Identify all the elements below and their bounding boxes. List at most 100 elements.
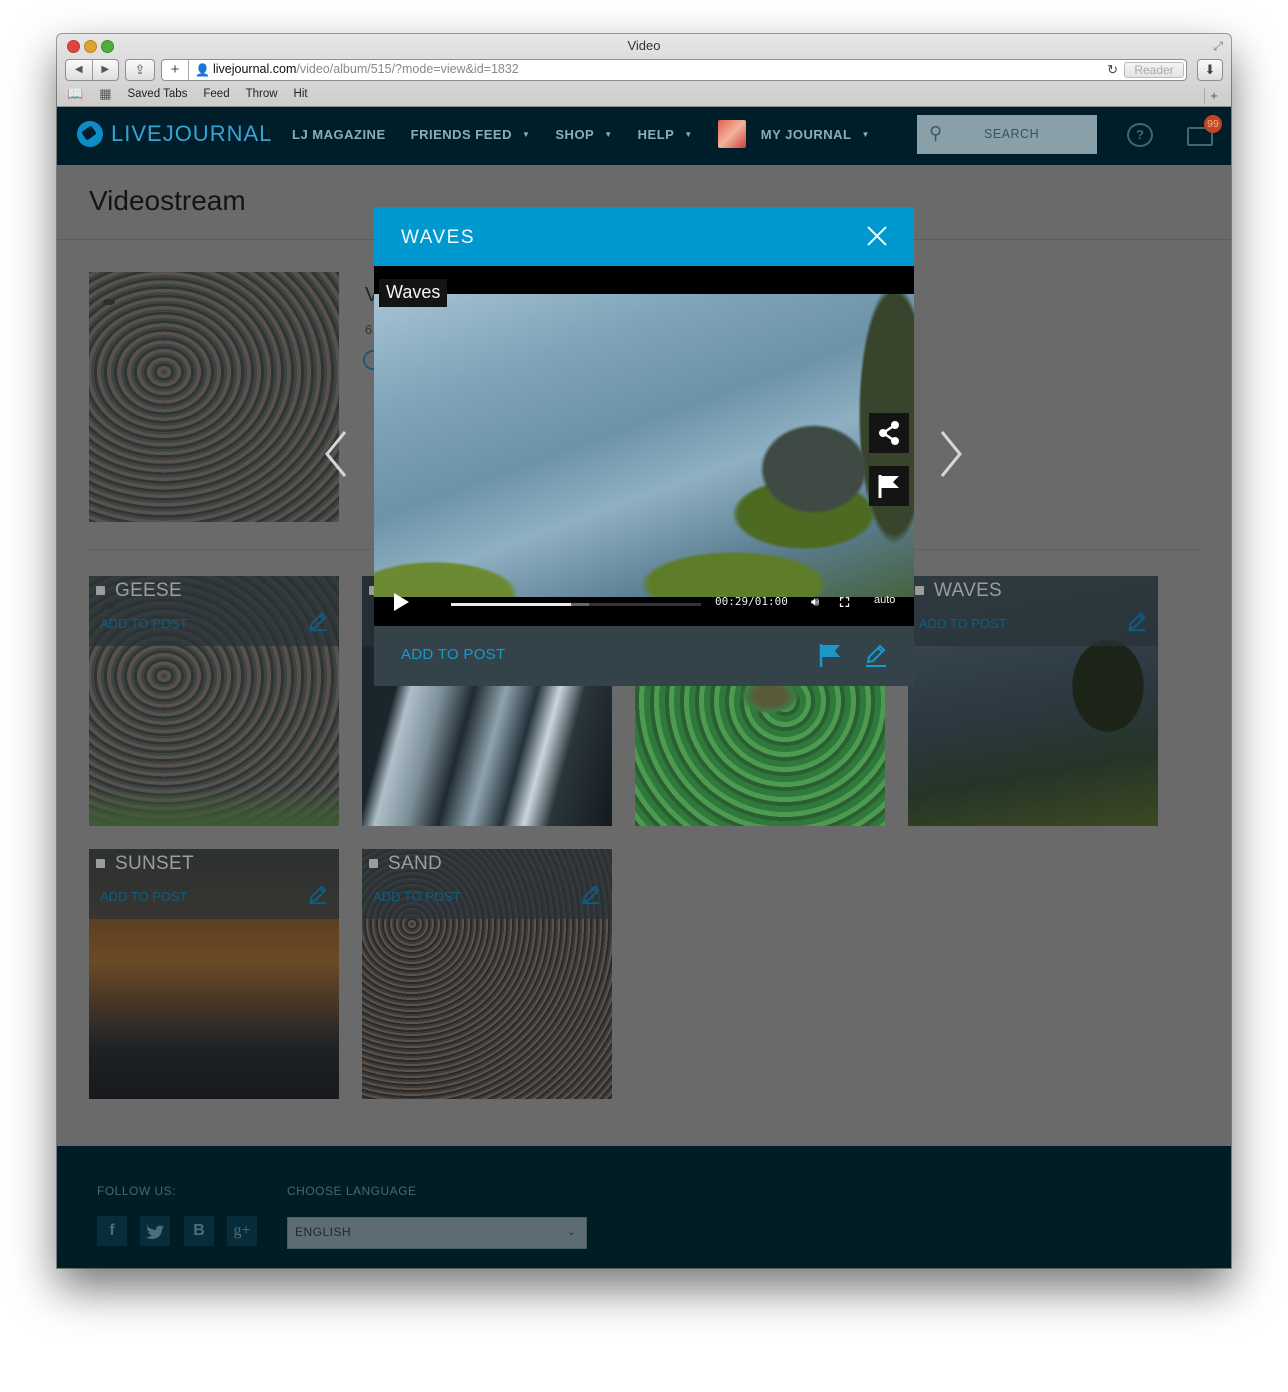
mail-count-badge: 99 <box>1204 115 1222 133</box>
time-display: 00:29/01:00 <box>715 595 788 608</box>
add-to-post-link[interactable]: ADD TO POST <box>100 889 188 904</box>
twitter-icon[interactable] <box>140 1216 170 1246</box>
play-icon[interactable] <box>394 593 409 611</box>
edit-pencil-icon[interactable] <box>307 610 329 632</box>
featured-video-thumbnail[interactable] <box>89 272 339 522</box>
seek-bar[interactable] <box>451 603 701 606</box>
report-button[interactable] <box>869 466 909 506</box>
address-bar[interactable]: + 👤 livejournal.com/video/album/515/?mod… <box>161 59 1187 81</box>
logo-mark-icon <box>77 121 103 147</box>
progress-fill <box>451 603 571 606</box>
top-sites-icon[interactable]: ▦ <box>99 86 111 102</box>
modal-title: WAVES <box>401 227 476 248</box>
site-footer: FOLLOW US: CHOOSE LANGUAGE f B g+ ENGLIS… <box>57 1146 1231 1268</box>
share-icon <box>879 421 899 445</box>
facebook-icon[interactable]: f <box>97 1216 127 1246</box>
nav-lj-magazine[interactable]: LJ MAGAZINE <box>292 127 386 148</box>
tile-info-bar: GEESE ADD TO POST <box>89 576 339 646</box>
nav-label: HELP <box>637 127 675 142</box>
url-text[interactable]: livejournal.com/video/album/515/?mode=vi… <box>213 62 519 76</box>
fullscreen-icon[interactable]: ⛶ <box>840 595 849 611</box>
bookmark-feed[interactable]: Feed <box>203 88 229 100</box>
next-video-arrow-icon[interactable] <box>930 424 970 484</box>
add-to-post-button[interactable]: ADD TO POST <box>401 646 505 663</box>
bookmark-throw[interactable]: Throw <box>246 88 278 100</box>
help-icon[interactable]: ? <box>1127 123 1153 147</box>
history-nav: ◀ ▶ <box>65 59 119 81</box>
browser-toolbar: Video ⤢ ◀ ▶ ⇪ + 👤 livejournal.com/video/… <box>57 34 1231 107</box>
select-checkbox[interactable] <box>915 586 924 595</box>
tile-title: SAND <box>388 853 442 874</box>
chevron-down-icon: ⌄ <box>566 1226 576 1238</box>
video-tile-sunset[interactable]: SUNSET ADD TO POST <box>89 849 339 1099</box>
bookmark-saved-tabs[interactable]: Saved Tabs <box>127 88 187 100</box>
video-title-overlay: Waves <box>379 279 448 307</box>
edit-pencil-icon[interactable] <box>863 642 889 668</box>
player-controls: 00:29/01:00 🔊︎ ⛶ auto <box>374 586 914 626</box>
url-host: livejournal.com <box>213 62 297 76</box>
nav-shop[interactable]: SHOP ▼ <box>555 127 612 148</box>
nav-label: FRIENDS FEED <box>410 127 512 142</box>
video-tile-sand[interactable]: SAND ADD TO POST <box>362 849 612 1099</box>
livejournal-logo[interactable]: LIVEJOURNAL <box>77 121 272 147</box>
flag-icon[interactable] <box>818 642 842 668</box>
twitter-bird-icon <box>146 1224 164 1239</box>
add-bookmark-button[interactable]: + <box>162 60 189 80</box>
video-tile-waves[interactable]: WAVES ADD TO POST <box>908 576 1158 826</box>
select-checkbox[interactable] <box>96 586 105 595</box>
tile-info-bar: SAND ADD TO POST <box>362 849 612 919</box>
edit-pencil-icon[interactable] <box>580 883 602 905</box>
tile-info-bar: SUNSET ADD TO POST <box>89 849 339 919</box>
video-frame[interactable] <box>374 294 914 597</box>
volume-icon[interactable]: 🔊︎ <box>811 594 819 610</box>
avatar[interactable] <box>717 120 746 148</box>
back-button[interactable]: ◀ <box>66 60 93 80</box>
bookmarks-bar: 📖 ▦ Saved Tabs Feed Throw Hit <box>67 86 308 102</box>
share-button[interactable] <box>869 413 909 453</box>
share-page-button[interactable]: ⇪ <box>125 59 155 81</box>
add-to-post-link[interactable]: ADD TO POST <box>919 616 1007 631</box>
nav-my-journal[interactable]: MY JOURNAL ▼ <box>761 127 870 148</box>
close-icon[interactable] <box>865 224 889 248</box>
new-tab-button[interactable]: + <box>1204 88 1223 104</box>
choose-language-label: CHOOSE LANGUAGE <box>287 1184 417 1198</box>
tile-info-bar: WAVES ADD TO POST <box>908 576 1158 646</box>
edit-pencil-icon[interactable] <box>1126 610 1148 632</box>
nav-friends-feed[interactable]: FRIENDS FEED ▼ <box>411 127 531 148</box>
reading-list-icon[interactable]: 📖 <box>67 86 83 102</box>
language-value: ENGLISH <box>295 1225 352 1239</box>
language-select[interactable]: ENGLISH ⌄ <box>287 1217 587 1249</box>
quality-selector[interactable]: auto <box>874 594 895 606</box>
select-checkbox[interactable] <box>96 859 105 868</box>
google-plus-icon[interactable]: g+ <box>227 1216 257 1246</box>
select-checkbox[interactable] <box>369 859 378 868</box>
main-nav: LJ MAGAZINE FRIENDS FEED ▼ SHOP ▼ HELP ▼ MY… <box>292 120 870 148</box>
downloads-button[interactable]: ⬇ <box>1197 59 1223 81</box>
logo-wordmark: LIVEJOURNAL <box>111 121 273 146</box>
bookmark-hit[interactable]: Hit <box>294 88 308 100</box>
nav-help[interactable]: HELP ▼ <box>638 127 693 148</box>
video-player[interactable]: Waves 00:29/01:00 🔊︎ ⛶ auto <box>374 266 914 626</box>
add-to-post-link[interactable]: ADD TO POST <box>100 616 188 631</box>
url-path: /video/album/515/?mode=view&id=1832 <box>296 62 519 76</box>
nav-label: SHOP <box>555 127 595 142</box>
reader-button[interactable]: Reader <box>1124 62 1184 78</box>
modal-footer: ADD TO POST <box>374 626 914 686</box>
edit-pencil-icon[interactable] <box>307 883 329 905</box>
vk-icon[interactable]: B <box>184 1216 214 1246</box>
window-title: Video <box>627 38 661 53</box>
search-input[interactable]: ⚲ SEARCH <box>917 115 1097 154</box>
chevron-down-icon: ▼ <box>521 130 531 139</box>
page-title: Videostream <box>89 185 246 216</box>
previous-video-arrow-icon[interactable] <box>317 424 357 484</box>
video-tile-geese[interactable]: GEESE ADD TO POST <box>89 576 339 826</box>
reload-icon[interactable]: ↻ <box>1107 62 1118 78</box>
forward-button[interactable]: ▶ <box>93 60 119 80</box>
flag-icon <box>878 475 899 498</box>
fullscreen-icon[interactable]: ⤢ <box>1213 39 1223 54</box>
chevron-down-icon: ▼ <box>604 130 613 139</box>
search-icon: ⚲ <box>929 123 943 143</box>
add-to-post-link[interactable]: ADD TO POST <box>373 889 461 904</box>
video-modal: WAVES Waves 00:29/01:00 🔊︎ ⛶ auto ADD TO… <box>374 207 914 686</box>
tile-title: WAVES <box>934 580 1003 601</box>
